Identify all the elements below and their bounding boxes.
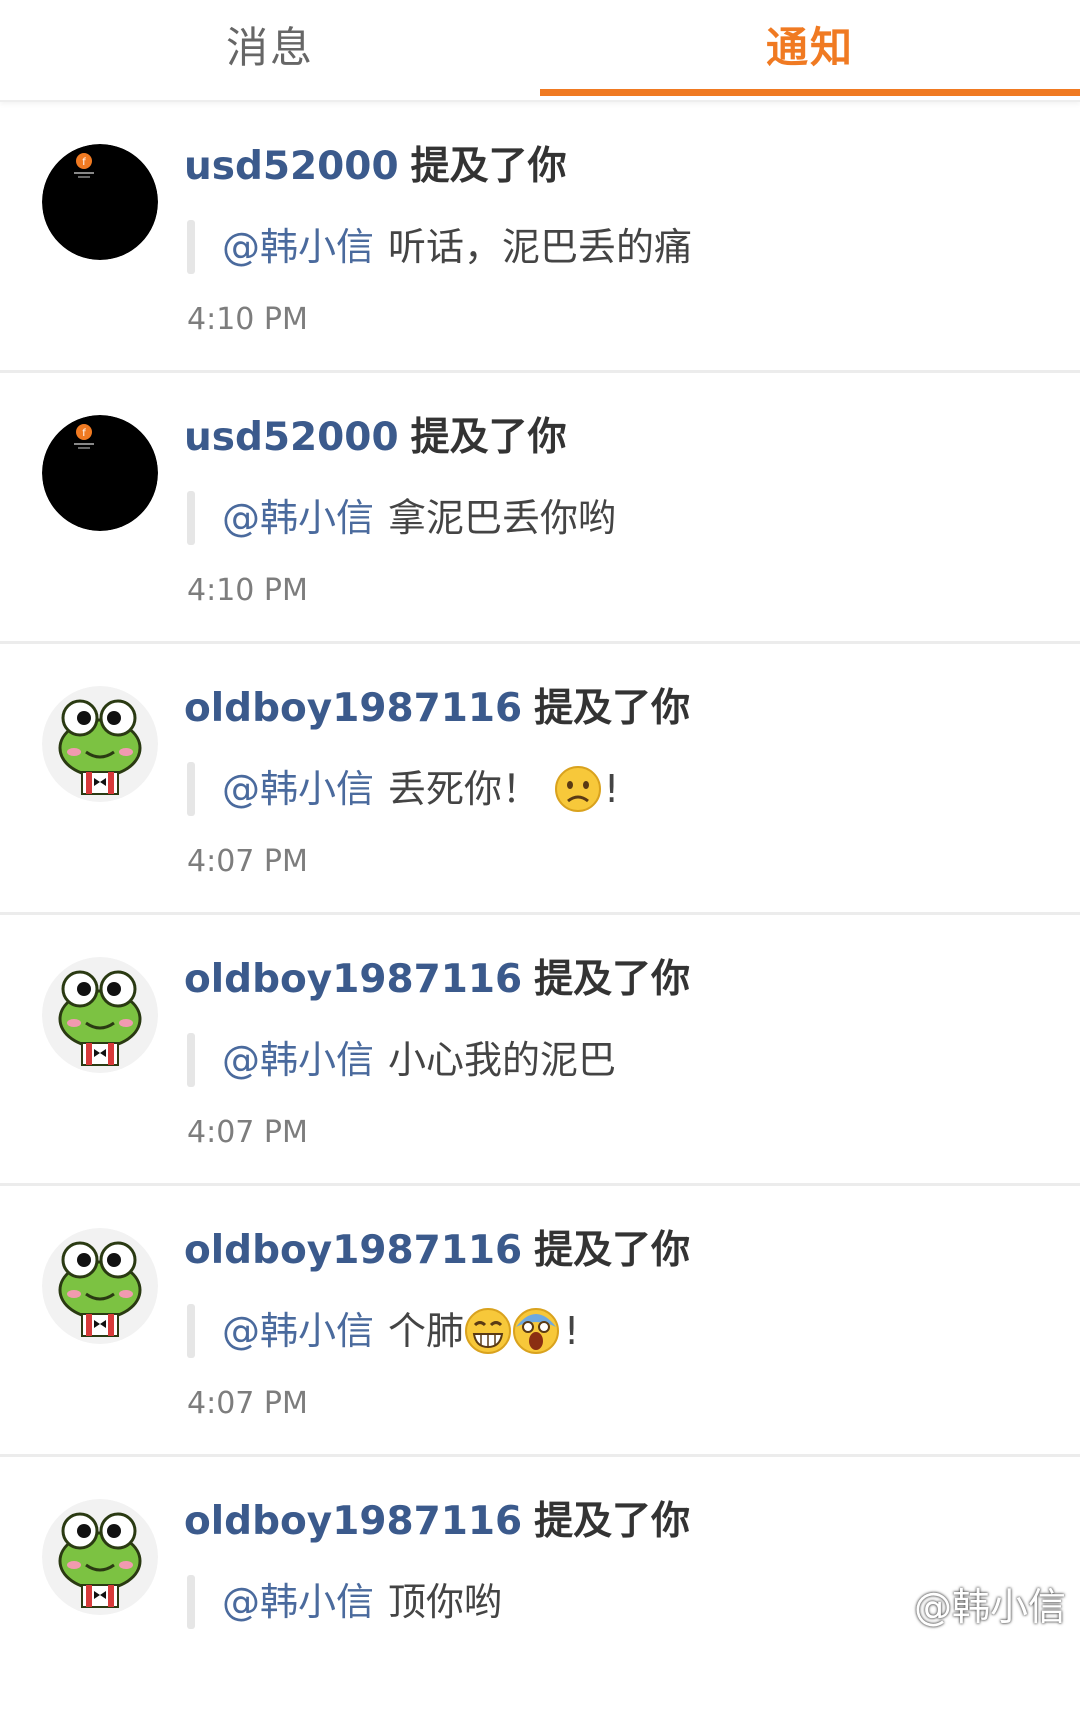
username-link[interactable]: usd52000 <box>184 415 399 460</box>
message-text: 拿泥巴丢你哟 <box>388 496 617 540</box>
mention-link[interactable]: @韩小信 <box>222 1304 374 1358</box>
message-text: 小心我的泥巴 <box>388 1038 617 1082</box>
timestamp: 4:10 PM <box>187 573 308 608</box>
quote-bar <box>187 1304 195 1358</box>
username-link[interactable]: oldboy1987116 <box>184 686 522 731</box>
notification-headline: usd52000 提及了你 <box>184 142 567 192</box>
notification-headline: oldboy1987116 提及了你 <box>184 684 690 734</box>
black-logo-avatar-icon: f <box>42 415 158 531</box>
grinning-face-emoji-icon <box>464 1307 512 1355</box>
quote-bar <box>187 220 195 274</box>
black-logo-avatar-icon: f <box>42 144 158 260</box>
avatar[interactable] <box>42 957 158 1073</box>
message-tail-text: ! <box>564 1309 580 1353</box>
avatar[interactable] <box>42 1228 158 1344</box>
quoted-message: @韩小信 个肺 ! <box>222 1304 579 1358</box>
mention-link[interactable]: @韩小信 <box>222 220 374 274</box>
svg-text:f: f <box>82 428 86 439</box>
tab-messages-label: 消息 <box>225 22 314 72</box>
svg-text:f: f <box>82 157 86 168</box>
timestamp: 4:07 PM <box>187 844 308 879</box>
action-text: 提及了你 <box>534 686 691 731</box>
notification-item[interactable]: oldboy1987116 提及了你 @韩小信 个肺 ! 4:07 PM <box>0 1186 1080 1457</box>
quote-bar <box>187 1033 195 1087</box>
active-tab-indicator <box>540 89 1080 96</box>
quote-bar <box>187 762 195 816</box>
quoted-message: @韩小信 拿泥巴丢你哟 <box>222 491 616 545</box>
watermark-text: @韩小信 <box>913 1585 1066 1629</box>
quoted-message: @韩小信 顶你哟 <box>222 1575 502 1629</box>
screaming-face-emoji-icon <box>512 1307 560 1355</box>
avatar[interactable] <box>42 1499 158 1615</box>
username-link[interactable]: usd52000 <box>184 144 399 189</box>
action-text: 提及了你 <box>534 957 691 1002</box>
tab-notifications[interactable]: 通知 <box>540 0 1080 100</box>
avatar[interactable]: f <box>42 415 158 531</box>
weibo-logo-icon <box>875 1593 903 1618</box>
message-text: 顶你哟 <box>388 1580 503 1624</box>
notification-headline: oldboy1987116 提及了你 <box>184 955 690 1005</box>
tab-bar: 消息 通知 <box>0 0 1080 102</box>
action-text: 提及了你 <box>410 144 567 189</box>
notification-headline: usd52000 提及了你 <box>184 413 567 463</box>
frog-avatar-icon <box>42 957 158 1073</box>
message-text: 个肺 <box>388 1309 465 1353</box>
frog-avatar-icon <box>42 686 158 802</box>
message-text: 听话，泥巴丢的痛 <box>388 225 693 269</box>
tab-notifications-label: 通知 <box>765 22 854 72</box>
timestamp: 4:10 PM <box>187 302 308 337</box>
notification-item[interactable]: f usd52000 提及了你 @韩小信 听话，泥巴丢的痛 4:10 PM <box>0 102 1080 373</box>
avatar[interactable]: f <box>42 144 158 260</box>
username-link[interactable]: oldboy1987116 <box>184 1228 522 1273</box>
action-text: 提及了你 <box>410 415 567 460</box>
action-text: 提及了你 <box>534 1228 691 1273</box>
quoted-message: @韩小信 小心我的泥巴 <box>222 1033 616 1087</box>
notification-headline: oldboy1987116 提及了你 <box>184 1226 690 1276</box>
quoted-message: @韩小信 听话，泥巴丢的痛 <box>222 220 692 274</box>
username-link[interactable]: oldboy1987116 <box>184 1499 522 1544</box>
mention-link[interactable]: @韩小信 <box>222 762 374 816</box>
mention-link[interactable]: @韩小信 <box>222 1033 374 1087</box>
message-tail-text: ! <box>604 767 620 811</box>
quote-bar <box>187 1575 195 1629</box>
frog-avatar-icon <box>42 1228 158 1344</box>
quote-bar <box>187 491 195 545</box>
timestamp: 4:07 PM <box>187 1386 308 1421</box>
notification-headline: oldboy1987116 提及了你 <box>184 1497 690 1547</box>
notification-item[interactable]: oldboy1987116 提及了你 @韩小信 丢死你！ ! 4:07 PM <box>0 644 1080 915</box>
notification-list: f usd52000提及了你 @韩小信 听话，泥巴丢的痛 4:10 PM f <box>0 102 1080 1728</box>
avatar[interactable] <box>42 686 158 802</box>
username-link[interactable]: oldboy1987116 <box>184 957 522 1002</box>
message-text: 丢死你！ <box>388 767 541 811</box>
notification-item[interactable]: oldboy1987116 提及了你 @韩小信 小心我的泥巴 4:07 PM <box>0 915 1080 1186</box>
watermark: @韩小信 <box>870 1576 1066 1631</box>
tab-messages[interactable]: 消息 <box>0 0 540 100</box>
action-text: 提及了你 <box>534 1499 691 1544</box>
mention-link[interactable]: @韩小信 <box>222 491 374 545</box>
timestamp: 4:07 PM <box>187 1115 308 1150</box>
frog-avatar-icon <box>42 1499 158 1615</box>
notification-item[interactable]: f usd52000 提及了你 @韩小信 拿泥巴丢你哟 4:10 PM <box>0 373 1080 644</box>
quoted-message: @韩小信 丢死你！ ! <box>222 762 619 816</box>
mention-link[interactable]: @韩小信 <box>222 1575 374 1629</box>
sad-face-emoji-icon <box>554 765 602 813</box>
